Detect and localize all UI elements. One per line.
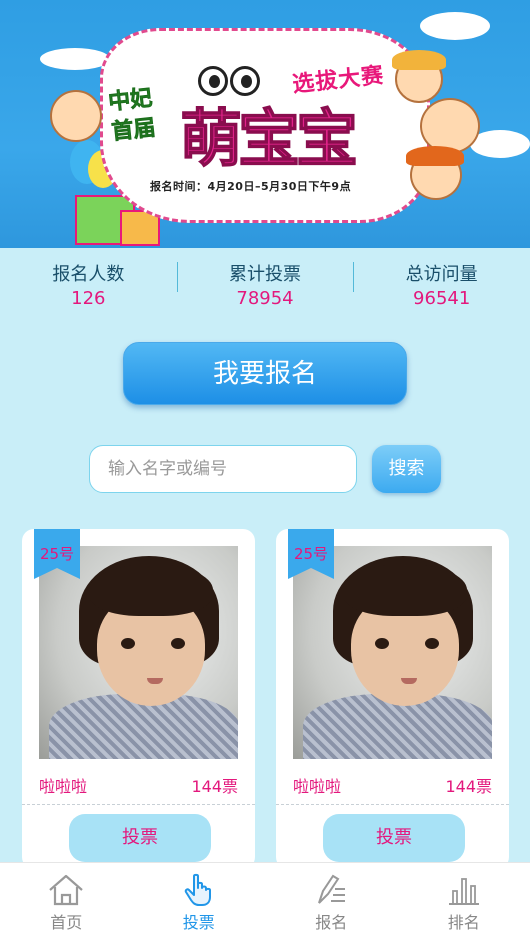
card-divider xyxy=(22,804,255,805)
banner-title-left: 中妃 首届 xyxy=(107,84,157,148)
contestant-name: 啦啦啦 xyxy=(293,777,342,796)
stat-label: 总访问量 xyxy=(405,264,478,285)
stat-value: 96541 xyxy=(413,288,471,309)
card-divider xyxy=(276,804,509,805)
stat-value: 78954 xyxy=(236,288,294,309)
vote-button[interactable]: 投票 xyxy=(323,814,465,862)
contestant-card[interactable]: 25号 啦啦啦 144票 投票 xyxy=(276,529,509,869)
kid-cartoon xyxy=(50,90,102,142)
vote-button[interactable]: 投票 xyxy=(69,814,211,862)
nav-item-home[interactable]: 首页 xyxy=(0,863,133,943)
nav-label: 排名 xyxy=(447,913,480,932)
nav-item-vote[interactable]: 投票 xyxy=(133,863,266,943)
pen-list-icon xyxy=(318,874,346,904)
banner-title: 萌宝宝 xyxy=(179,101,359,176)
banner-title-left-line2: 首届 xyxy=(110,115,157,146)
stat-value: 126 xyxy=(71,288,106,309)
search-input[interactable]: 输入名字或编号 xyxy=(89,445,357,493)
cloud-decoration xyxy=(420,12,490,40)
stat-signups: 报名人数 126 xyxy=(0,248,177,318)
stats-bar: 报名人数 126 累计投票 78954 总访问量 96541 xyxy=(0,248,530,318)
stat-label: 累计投票 xyxy=(229,264,301,285)
banner-title-left-line1: 中妃 xyxy=(107,85,154,116)
home-icon xyxy=(49,874,83,906)
bar-chart-icon xyxy=(448,878,479,905)
cloud-decoration xyxy=(470,130,530,158)
search-button[interactable]: 搜索 xyxy=(372,445,441,493)
registration-time: 报名时间：4月20日–5月30日下午9点 xyxy=(150,180,352,193)
kid-hair xyxy=(392,50,446,70)
contestant-photo[interactable] xyxy=(293,546,492,759)
vote-count: 144票 xyxy=(445,777,492,796)
kid-hair xyxy=(406,146,464,166)
contestant-photo[interactable] xyxy=(39,546,238,759)
stat-label: 报名人数 xyxy=(52,264,125,285)
contestant-name: 啦啦啦 xyxy=(39,777,88,796)
nav-label: 首页 xyxy=(50,913,83,932)
nav-item-register[interactable]: 报名 xyxy=(265,863,398,943)
contestant-card[interactable]: 25号 啦啦啦 144票 投票 xyxy=(22,529,255,869)
bottom-nav: 首页 投票 报名 排名 xyxy=(0,862,530,943)
nav-label: 报名 xyxy=(315,913,348,932)
register-button[interactable]: 我要报名 xyxy=(123,342,407,405)
nav-label: 投票 xyxy=(182,913,215,932)
stat-total-visits: 总访问量 96541 xyxy=(353,248,530,318)
cloud-decoration xyxy=(40,48,110,70)
stat-total-votes: 累计投票 78954 xyxy=(176,248,354,318)
hand-pointer-icon xyxy=(184,873,211,906)
vote-count: 144票 xyxy=(191,777,238,796)
nav-item-ranking[interactable]: 排名 xyxy=(398,863,530,943)
banner: 选拔大赛 中妃 首届 萌宝宝 报名时间：4月20日–5月30日下午9点 xyxy=(0,0,530,248)
